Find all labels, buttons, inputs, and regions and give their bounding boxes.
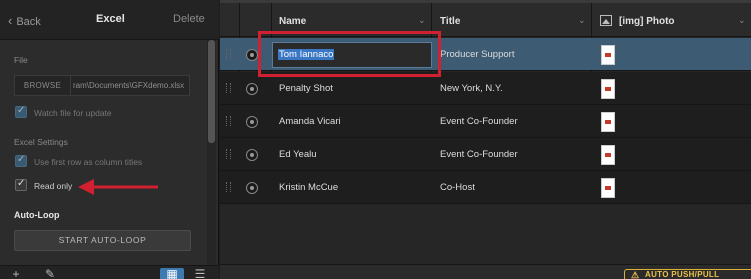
chevron-down-icon[interactable]: ⌄ (578, 15, 586, 26)
first-row-titles-checkbox[interactable] (15, 154, 27, 167)
row-radio[interactable] (246, 182, 258, 194)
file-section-label: File (14, 55, 28, 65)
photo-thumbnail[interactable] (601, 112, 615, 132)
panel-title: Excel (96, 13, 125, 25)
header-photo[interactable]: [img] Photo (619, 16, 675, 27)
first-row-titles-label: Use first row as column titles (34, 157, 143, 167)
table-row[interactable]: Ed Yealu Event Co-Founder (220, 138, 751, 171)
panel-header: ‹ Back Excel Delete (0, 0, 219, 40)
back-label: Back (16, 16, 41, 28)
header-title[interactable]: Title (440, 16, 460, 27)
scrollbar-thumb[interactable] (208, 40, 215, 143)
drag-handle-icon[interactable] (226, 116, 231, 126)
file-picker[interactable]: BROWSE ram\Documents\GFXdemo.xlsx (14, 75, 190, 96)
auto-push-pull-button[interactable]: ⚠ AUTO PUSH/PULL (624, 269, 751, 279)
name-cell[interactable]: Kristin McCue (279, 182, 338, 193)
name-cell[interactable]: Amanda Vicari (279, 116, 341, 127)
chevron-down-icon[interactable]: ⌄ (738, 15, 746, 26)
edit-icon[interactable]: ✎ (38, 268, 62, 279)
title-cell[interactable]: Producer Support (440, 49, 514, 60)
annotation-arrow-icon (78, 179, 158, 195)
name-cell[interactable]: Ed Yealu (279, 149, 317, 160)
title-cell[interactable]: Event Co-Founder (440, 116, 518, 127)
watch-file-label: Watch file for update (34, 108, 112, 118)
table-row[interactable]: Kristin McCue Co-Host (220, 171, 751, 204)
title-cell[interactable]: Co-Host (440, 182, 475, 193)
drag-handle-icon[interactable] (226, 182, 231, 192)
drag-handle-icon[interactable] (226, 149, 231, 159)
row-radio[interactable] (246, 83, 258, 95)
title-cell[interactable]: New York, N.Y. (440, 83, 503, 94)
image-icon (600, 15, 612, 26)
header-name[interactable]: Name (279, 16, 306, 27)
row-radio[interactable] (246, 116, 258, 128)
annotation-highlight-box (258, 31, 441, 77)
delete-button[interactable]: Delete (173, 13, 205, 25)
title-cell[interactable]: Event Co-Founder (440, 149, 518, 160)
photo-thumbnail[interactable] (601, 45, 615, 65)
row-radio[interactable] (246, 49, 258, 61)
auto-push-pull-label: AUTO PUSH/PULL (645, 270, 720, 279)
auto-loop-title: Auto-Loop (14, 210, 60, 220)
start-auto-loop-button[interactable]: START AUTO-LOOP (14, 230, 191, 251)
row-radio[interactable] (246, 149, 258, 161)
name-cell[interactable]: Penalty Shot (279, 83, 333, 94)
add-icon[interactable]: + (4, 268, 28, 279)
panel-scrollbar[interactable] (207, 40, 216, 265)
read-only-checkbox[interactable] (15, 178, 27, 191)
photo-thumbnail[interactable] (601, 79, 615, 99)
browse-button[interactable]: BROWSE (15, 76, 71, 95)
chevron-left-icon: ‹ (8, 13, 13, 28)
watch-file-checkbox[interactable] (15, 105, 27, 118)
warning-icon: ⚠ (631, 270, 640, 279)
drag-handle-icon[interactable] (226, 83, 231, 93)
list-view-icon[interactable]: ☰ (188, 268, 212, 279)
back-button[interactable]: ‹ Back (8, 13, 41, 28)
excel-settings-panel: ‹ Back Excel Delete File BROWSE ram\Docum… (0, 0, 219, 279)
chevron-down-icon[interactable]: ⌄ (418, 15, 426, 26)
grid-view-icon[interactable]: ▦ (160, 268, 184, 279)
table-footer: ⚠ AUTO PUSH/PULL (220, 264, 751, 279)
panel-footer: + ✎ ▦ ☰ (0, 265, 219, 279)
table-row[interactable]: Amanda Vicari Event Co-Founder (220, 105, 751, 138)
read-only-label: Read only (34, 181, 73, 191)
excel-settings-label: Excel Settings (14, 137, 68, 147)
drag-handle-icon[interactable] (226, 49, 231, 59)
file-path-field[interactable]: ram\Documents\GFXdemo.xlsx (73, 76, 189, 95)
photo-thumbnail[interactable] (601, 178, 615, 198)
photo-thumbnail[interactable] (601, 145, 615, 165)
